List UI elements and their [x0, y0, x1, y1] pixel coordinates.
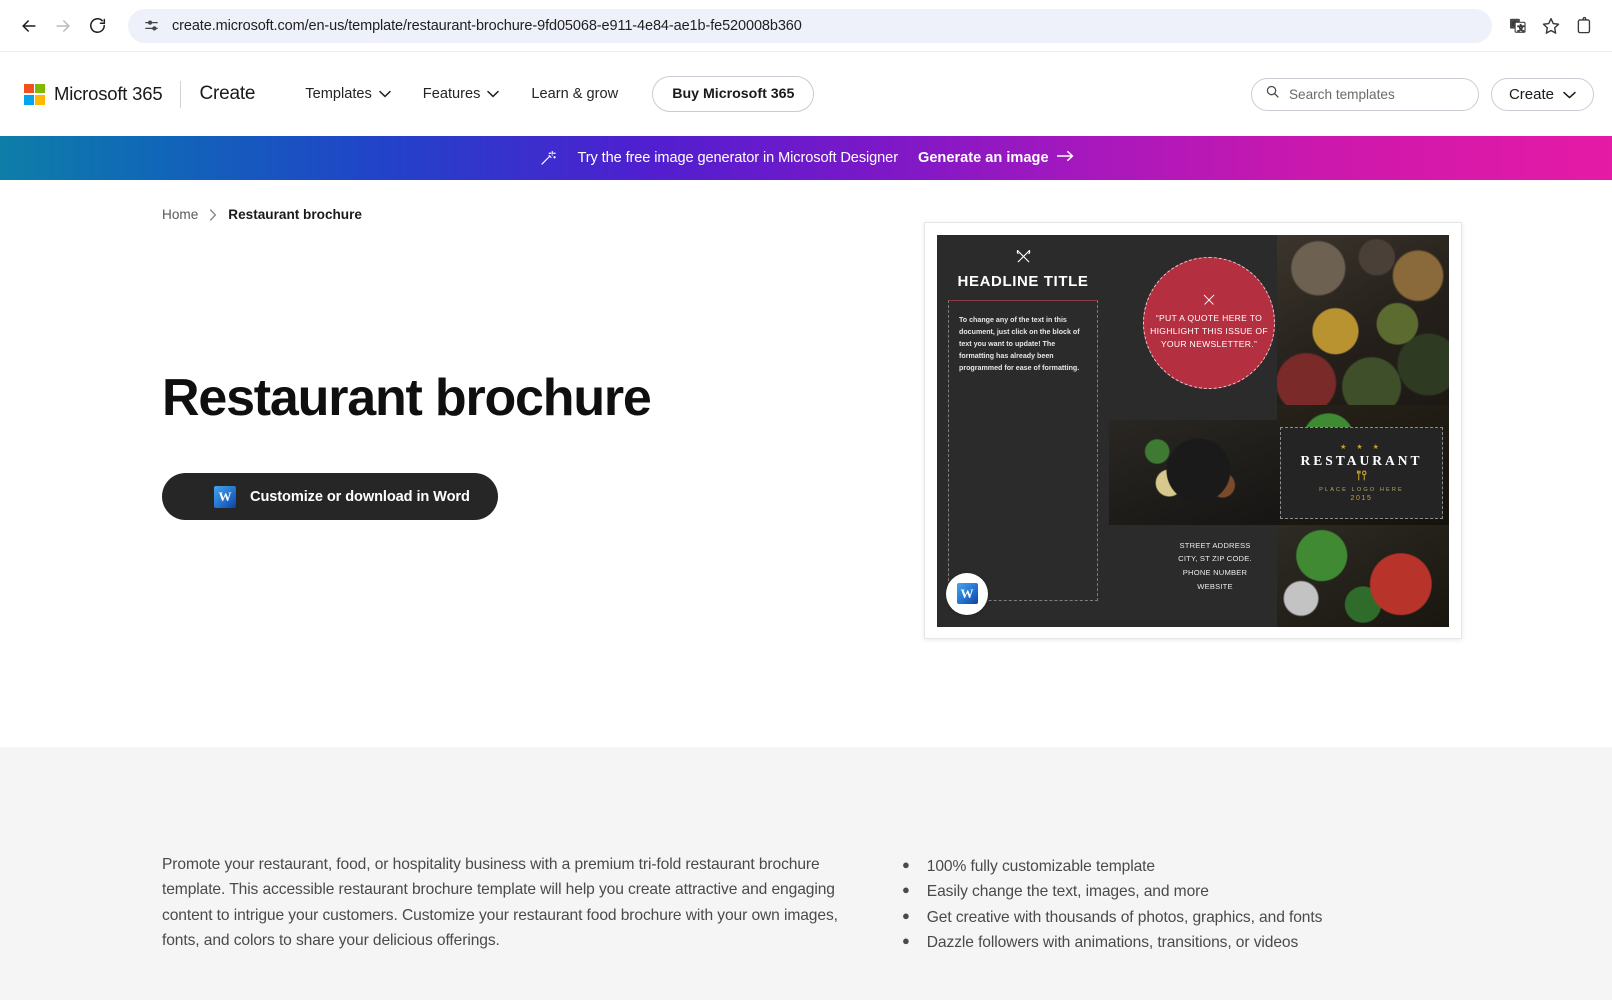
reload-icon [89, 18, 105, 33]
stars-icon: ★ ★ ★ [1340, 444, 1383, 451]
magic-wand-icon [538, 149, 557, 168]
brochure-main-panel: “PUT A QUOTE HERE TO HIGHLIGHT THIS ISSU… [1109, 234, 1449, 627]
primary-nav: Templates Features Learn & grow Buy Micr… [289, 76, 815, 112]
template-preview-card[interactable]: HEADLINE TITLE To change any of the text… [924, 222, 1462, 639]
microsoft-logo[interactable]: Microsoft 365 [24, 83, 163, 105]
star-icon[interactable] [1536, 11, 1566, 41]
list-item: ● Dazzle followers with animations, tran… [902, 930, 1322, 955]
brochure-logo-year: 2015 [1350, 495, 1373, 502]
buy-microsoft-365-button[interactable]: Buy Microsoft 365 [652, 76, 815, 112]
spices-photo [1277, 234, 1449, 420]
site-header: Microsoft 365 Create Templates Features … [0, 51, 1612, 136]
browser-toolbar: create.microsoft.com/en-us/template/rest… [0, 0, 1612, 51]
page-title: Restaurant brochure [162, 369, 652, 427]
forward-button[interactable] [46, 9, 80, 43]
promo-text: Try the free image generator in Microsof… [577, 150, 898, 166]
nav-item-templates[interactable]: Templates [289, 78, 407, 110]
brochure-logo-box: ★ ★ ★ RESTAURANT PLACE LOGO HERE 2015 [1280, 426, 1443, 519]
address-line-city: CITY, ST ZIP CODE. [1178, 554, 1252, 564]
nav-label-templates: Templates [305, 86, 372, 102]
address-line-phone: PHONE NUMBER [1182, 568, 1248, 578]
search-input[interactable] [1288, 86, 1465, 102]
svg-text:文: 文 [1517, 23, 1524, 32]
bullet-icon: ● [902, 857, 910, 872]
customize-download-word-button[interactable]: W Customize or download in Word [162, 473, 498, 521]
word-app-badge: W [946, 572, 988, 615]
chevron-right-icon [209, 208, 217, 221]
header-divider [180, 80, 182, 108]
breadcrumb-current: Restaurant brochure [228, 207, 362, 222]
nav-label-learn-grow: Learn & grow [531, 86, 619, 102]
translate-icon[interactable]: G 文 [1502, 11, 1532, 41]
fork-knife-cross-icon [948, 249, 1098, 267]
designer-promo-banner[interactable]: Try the free image generator in Microsof… [0, 136, 1612, 180]
brochure-preview: HEADLINE TITLE To change any of the text… [937, 234, 1449, 627]
bullet-icon: ● [902, 882, 910, 898]
list-item: ● Easily change the text, images, and mo… [902, 879, 1322, 904]
arrow-left-icon [22, 19, 36, 32]
microsoft-squares-icon [24, 83, 45, 105]
nav-item-features[interactable]: Features [407, 78, 516, 110]
customize-download-label: Customize or download in Word [250, 488, 470, 505]
breadcrumb: Home Restaurant brochure [0, 180, 1612, 222]
template-description: Promote your restaurant, food, or hospit… [162, 856, 838, 949]
extensions-icon[interactable] [1570, 11, 1600, 41]
reload-button[interactable] [80, 9, 114, 43]
fork-knife-cross-icon [1202, 294, 1216, 309]
list-item: ● 100% fully customizable template [902, 854, 1322, 879]
arrow-right-icon [1056, 150, 1074, 166]
search-templates-box[interactable] [1250, 77, 1479, 111]
chevron-down-icon [1563, 86, 1576, 103]
noodle-dish-photo [1109, 419, 1281, 525]
create-button[interactable]: Create [1490, 77, 1594, 111]
address-line-website: WEBSITE [1197, 581, 1233, 591]
feature-label: Get creative with thousands of photos, g… [926, 908, 1323, 926]
word-icon: W [956, 583, 978, 604]
product-label[interactable]: Create [199, 83, 255, 105]
tune-icon[interactable] [140, 15, 162, 37]
brand-label: Microsoft 365 [54, 83, 163, 104]
brochure-logo-name: RESTAURANT [1300, 453, 1423, 468]
brochure-left-panel: HEADLINE TITLE To change any of the text… [937, 234, 1109, 627]
create-button-label: Create [1508, 85, 1554, 103]
generate-image-link[interactable]: Generate an image [918, 150, 1074, 166]
brochure-body-text: To change any of the text in this docume… [959, 315, 1080, 373]
herbs-photo [1277, 524, 1449, 627]
brochure-logo-placeholder: PLACE LOGO HERE [1319, 487, 1404, 493]
word-icon: W [214, 485, 236, 508]
breadcrumb-home-link[interactable]: Home [162, 207, 198, 222]
chevron-down-icon [379, 86, 391, 102]
header-right-group: Create [1250, 77, 1594, 111]
omnibox-actions: G 文 [1502, 11, 1600, 41]
bullet-icon: ● [902, 932, 910, 948]
url-text: create.microsoft.com/en-us/template/rest… [172, 17, 802, 34]
brochure-headline: HEADLINE TITLE [957, 272, 1089, 290]
address-line-street: STREET ADDRESS [1179, 540, 1251, 550]
nav-item-learn-grow[interactable]: Learn & grow [515, 78, 634, 110]
fork-spoon-icon [1355, 470, 1368, 484]
feature-list: ● 100% fully customizable template ● Eas… [902, 852, 1322, 1000]
bullet-icon: ● [902, 907, 910, 923]
brochure-text-box: To change any of the text in this docume… [948, 299, 1098, 601]
feature-label: 100% fully customizable template [926, 858, 1155, 875]
feature-label: Dazzle followers with animations, transi… [926, 933, 1299, 951]
back-button[interactable] [12, 9, 46, 43]
list-item: ● Get creative with thousands of photos,… [902, 905, 1322, 930]
hero-left: Restaurant brochure W Customize or downl… [162, 222, 862, 521]
brochure-address-block: STREET ADDRESS CITY, ST ZIP CODE. PHONE … [1145, 539, 1285, 594]
address-bar[interactable]: create.microsoft.com/en-us/template/rest… [128, 8, 1492, 43]
brochure-quote-circle: “PUT A QUOTE HERE TO HIGHLIGHT THIS ISSU… [1143, 256, 1275, 389]
brochure-quote-text: “PUT A QUOTE HERE TO HIGHLIGHT THIS ISSU… [1150, 312, 1268, 350]
search-icon [1265, 84, 1280, 104]
nav-label-features: Features [422, 86, 481, 102]
promo-cta-label: Generate an image [917, 150, 1049, 166]
feature-label: Easily change the text, images, and more [926, 883, 1209, 901]
chevron-down-icon [487, 86, 500, 102]
hero-section: Restaurant brochure W Customize or downl… [0, 222, 1612, 747]
details-section: Promote your restaurant, food, or hospit… [0, 747, 1612, 1000]
arrow-right-icon [56, 19, 70, 32]
